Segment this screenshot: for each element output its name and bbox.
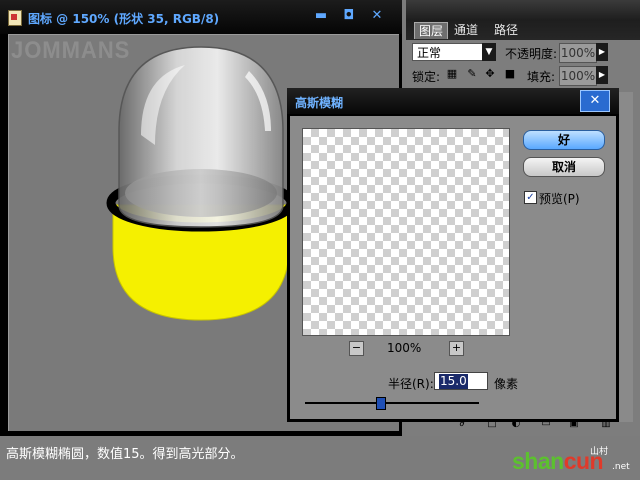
- tab-layers[interactable]: 图层: [414, 22, 449, 39]
- zoom-in-button[interactable]: +: [449, 341, 464, 356]
- dialog-close-button[interactable]: ✕: [580, 90, 610, 112]
- lock-move-icon[interactable]: ✥: [484, 68, 496, 80]
- document-titlebar[interactable]: 图标 @ 150% (形状 35, RGB/8) ▬ ◘ ✕: [0, 0, 402, 34]
- brand-logo: shancun 山村 .net: [512, 444, 638, 478]
- blur-preview[interactable]: [302, 128, 510, 336]
- cancel-button[interactable]: 取消: [523, 157, 605, 177]
- dialog-title: 高斯模糊: [295, 96, 344, 110]
- close-button[interactable]: ✕: [366, 7, 388, 25]
- fill-arrow-icon[interactable]: ▶: [596, 66, 608, 84]
- radius-unit: 像素: [494, 377, 519, 391]
- brand-sub: 山村: [590, 447, 609, 457]
- tab-paths[interactable]: 路径: [490, 22, 522, 38]
- lock-transparency-icon[interactable]: ▦: [446, 68, 458, 80]
- radius-slider-thumb[interactable]: [375, 397, 386, 410]
- zoom-out-button[interactable]: −: [349, 341, 364, 356]
- preview-checkbox[interactable]: ✓: [524, 191, 537, 204]
- caption-text: 高斯模糊椭圆，数值15。得到高光部分。: [6, 447, 244, 462]
- lock-all-icon[interactable]: ■: [504, 68, 516, 80]
- radius-input[interactable]: 15.0: [434, 372, 488, 390]
- brand-tld: .net: [612, 462, 630, 472]
- opacity-label: 不透明度:: [505, 47, 558, 61]
- minimize-button[interactable]: ▬: [310, 7, 332, 25]
- document-title: 图标 @ 150% (形状 35, RGB/8): [28, 12, 220, 26]
- chevron-down-icon[interactable]: ▼: [482, 43, 496, 61]
- radius-slider-track[interactable]: [305, 402, 479, 404]
- dialog-body: − 100% + 好 取消 ✓ 预览(P) 半径(R): 15.0 像素: [290, 116, 616, 419]
- fill-input[interactable]: 100%: [559, 66, 597, 86]
- radius-label: 半径(R):: [388, 377, 434, 391]
- document-icon: [8, 10, 22, 26]
- opacity-arrow-icon[interactable]: ▶: [596, 43, 608, 61]
- lock-label: 锁定:: [412, 70, 441, 84]
- restore-button[interactable]: ◘: [338, 7, 360, 25]
- zoom-level: 100%: [387, 341, 422, 355]
- preview-label[interactable]: 预览(P): [539, 190, 580, 207]
- fill-label: 填充:: [527, 70, 556, 84]
- radius-value: 15.0: [439, 374, 468, 389]
- ok-button[interactable]: 好: [523, 130, 605, 150]
- gaussian-blur-dialog: 高斯模糊 ✕ − 100% + 好 取消 ✓ 预览(P) 半径(R): 15.0…: [287, 88, 619, 422]
- tab-channels[interactable]: 通道: [450, 22, 482, 38]
- opacity-input[interactable]: 100%: [559, 43, 597, 63]
- dialog-titlebar[interactable]: 高斯模糊 ✕: [287, 88, 619, 114]
- lock-brush-icon[interactable]: ✎: [466, 68, 478, 80]
- dome-inner-shadow: [125, 169, 277, 217]
